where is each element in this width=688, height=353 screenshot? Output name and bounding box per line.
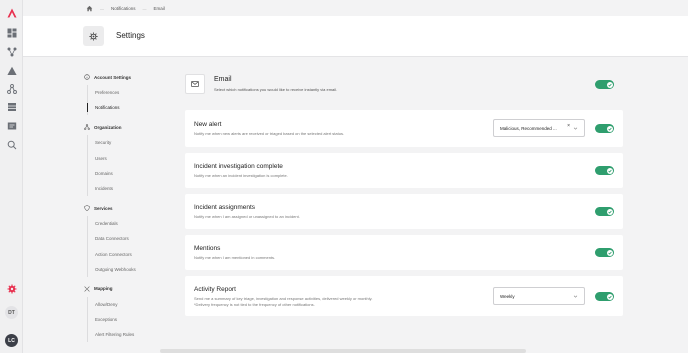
notification-card-investigation-complete: Incident investigation complete Notify m… [185,153,623,188]
mail-icon [185,74,205,94]
graph-icon[interactable] [5,82,18,95]
avatar-lc[interactable]: LC [5,334,18,347]
dashboard-icon[interactable] [5,26,18,39]
nav-group-organization: Organization [84,122,174,132]
home-icon[interactable] [86,5,93,12]
card-description: Notify me when I am assigned or unassign… [194,214,300,219]
card-description: Notify me when I am mentioned in comment… [194,255,276,260]
report-frequency-select[interactable]: Weekly [493,287,585,305]
nav-group-mapping: Mapping [84,284,174,294]
nav-item-allow-deny[interactable]: Allow/Deny [88,297,174,312]
check-icon [607,127,612,131]
page-title: Settings [116,31,145,40]
mentions-toggle[interactable] [595,248,614,257]
nav-item-action-connectors[interactable]: Action Connectors [88,247,174,262]
top-bar: — Notifications — Email [23,0,688,16]
shield-icon [84,205,90,211]
notification-card-activity-report: Activity Report Send me a summary of key… [185,276,623,316]
nav-items: Credentials Data Connectors Action Conne… [87,216,174,277]
check-icon [607,295,612,299]
alert-icon[interactable] [5,64,18,77]
activity-report-toggle[interactable] [595,292,614,301]
table-icon[interactable] [5,100,18,113]
nav-group-services: Services [84,203,174,213]
nav-item-incidents[interactable]: Incidents [88,181,174,196]
alert-status-select[interactable]: Malicious, Recommended ... × [493,119,585,137]
nav-item-domains[interactable]: Domains [88,166,174,181]
nav-item-security[interactable]: Security [88,135,174,150]
email-section-header: Email Select which notifications you wou… [185,72,623,98]
select-value: Weekly [500,293,515,299]
logo-icon[interactable] [5,6,18,19]
nav-item-notifications[interactable]: Notifications [87,100,174,115]
breadcrumb-item-notifications[interactable]: Notifications [111,6,136,11]
nav-group-label: Organization [94,124,122,130]
nav-items: Allow/Deny Exceptions Alert Filtering Ru… [87,296,174,343]
network-icon[interactable] [5,45,18,58]
search-icon[interactable] [5,138,18,151]
email-description: Select which notifications you would lik… [214,87,338,92]
chevron-down-icon [573,127,578,130]
email-title: Email [214,76,232,83]
card-title: Incident investigation complete [194,163,283,170]
mapping-icon [84,286,90,292]
card-title: Incident assignments [194,204,256,211]
check-icon [607,83,612,87]
nav-item-alert-filtering-rules[interactable]: Alert Filtering Rules [88,327,174,342]
breadcrumb-separator: — [142,6,147,11]
nav-item-preferences[interactable]: Preferences [88,85,174,100]
card-title: Activity Report [194,286,236,293]
settings-nav: Account Settings Preferences Notificatio… [84,72,174,349]
nav-group-label: Mapping [94,286,113,292]
check-icon [607,169,612,173]
nav-item-outgoing-webhooks[interactable]: Outgoing Webhooks [88,262,174,277]
chevron-down-icon [573,295,578,298]
nav-item-users[interactable]: Users [88,151,174,166]
nav-items: Preferences Notifications [87,85,174,116]
settings-icon[interactable] [5,282,18,295]
organization-icon [84,124,90,131]
check-icon [607,251,612,255]
notification-card-new-alert: New alert Notify me when new alerts are … [185,110,623,147]
nav-item-exceptions[interactable]: Exceptions [88,312,174,327]
card-description-note: *Delivery frequency is not tied to the f… [194,301,315,307]
nav-group-label: Services [94,205,113,211]
select-value: Malicious, Recommended ... [500,125,557,131]
card-description: Send me a summary of key triage, investi… [194,296,373,301]
nav-items: Security Users Domains Incidents [87,135,174,197]
nav-group-account-settings: Account Settings [84,72,174,82]
left-rail: DT LC [0,0,23,353]
card-description: Notify me when an incident investigation… [194,173,288,178]
nav-item-credentials[interactable]: Credentials [88,216,174,231]
breadcrumb: — Notifications — Email [86,5,165,12]
nav-item-data-connectors[interactable]: Data Connectors [88,231,174,246]
email-toggle[interactable] [595,80,614,89]
document-icon[interactable] [5,119,18,132]
info-icon [84,74,90,80]
new-alert-toggle[interactable] [595,124,614,133]
nav-group-label: Account Settings [94,74,132,80]
clear-icon[interactable]: × [567,123,570,129]
notification-card-incident-assignments: Incident assignments Notify me when I am… [185,194,623,229]
breadcrumb-item-email: Email [153,6,165,11]
notification-card-mentions: Mentions Notify me when I am mentioned i… [185,235,623,270]
page-header: Settings [23,16,688,57]
card-title: New alert [194,121,222,128]
investigation-complete-toggle[interactable] [595,166,614,175]
horizontal-scrollbar[interactable] [160,349,526,353]
card-description: Notify me when new alerts are received o… [194,131,345,136]
card-title: Mentions [194,245,221,252]
avatar-dt[interactable]: DT [5,306,18,319]
breadcrumb-separator: — [100,6,104,11]
incident-assignments-toggle[interactable] [595,207,614,216]
check-icon [607,210,612,214]
gear-icon [83,26,104,46]
